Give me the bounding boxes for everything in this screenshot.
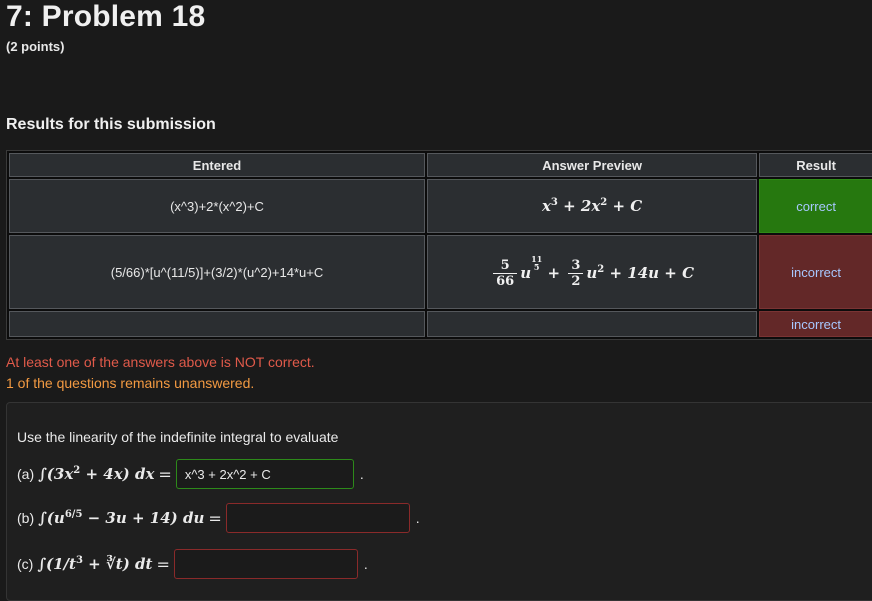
period: . (359, 466, 364, 482)
period: . (363, 556, 368, 572)
equals-sign: = (208, 508, 222, 528)
error-message: At least one of the answers above is NOT… (6, 354, 315, 370)
part-b: (b) ∫(u6/5 − 3u + 14) du = . (17, 503, 420, 533)
part-c: (c) ∫(1/t3 + ∛t) dt = . (17, 549, 368, 579)
part-label: (a) (17, 466, 35, 482)
answer-input-c[interactable] (173, 549, 358, 579)
result-cell-correct: correct (759, 179, 872, 233)
integral-expression: ∫(1/t3 + ∛t) dt (37, 555, 153, 573)
equals-sign: = (158, 464, 172, 484)
integral-expression: ∫(u6/5 − 3u + 14) du (38, 509, 205, 527)
equals-sign: = (156, 554, 170, 574)
table-row: (5/66)*[u^(11/5)]+(3/2)*(u^2)+14*u+C 5 66… (9, 235, 872, 309)
table-row: incorrect (9, 311, 872, 337)
answer-preview-cell: 5 66 u 11 5 + 3 2 u2 + 14u + C (427, 235, 758, 309)
result-cell-incorrect: incorrect (759, 311, 872, 337)
problem-points: (2 points) (6, 39, 65, 54)
column-header-result: Result (759, 153, 872, 177)
answer-preview-cell (427, 311, 758, 337)
table-row: (x^3)+2*(x^2)+C x3 + 2x2 + C correct (9, 179, 872, 233)
problem-instructions: Use the linearity of the indefinite inte… (17, 429, 339, 445)
answer-input-a[interactable] (175, 459, 354, 489)
column-header-answer-preview: Answer Preview (427, 153, 758, 177)
integral-expression: ∫(3x2 + 4x) dx (38, 465, 155, 483)
answer-preview-math: x3 + 2x2 + C (541, 197, 643, 215)
part-label: (b) (17, 510, 35, 526)
warning-message: 1 of the questions remains unanswered. (6, 375, 255, 391)
result-cell-incorrect: incorrect (759, 235, 872, 309)
entered-cell (9, 311, 425, 337)
entered-cell: (5/66)*[u^(11/5)]+(3/2)*(u^2)+14*u+C (9, 235, 425, 309)
answer-preview-cell: x3 + 2x2 + C (427, 179, 758, 233)
table-header-row: Entered Answer Preview Result (9, 153, 872, 177)
period: . (415, 510, 420, 526)
problem-title: 7: Problem 18 (6, 0, 206, 33)
part-label: (c) (17, 556, 34, 572)
answer-preview-math: 5 66 u 11 5 + 3 2 u2 + 14u + C (490, 255, 694, 289)
entered-cell: (x^3)+2*(x^2)+C (9, 179, 425, 233)
results-table: Entered Answer Preview Result (x^3)+2*(x… (6, 150, 872, 340)
column-header-entered: Entered (9, 153, 425, 177)
results-heading: Results for this submission (6, 116, 216, 133)
problem-body: Use the linearity of the indefinite inte… (6, 402, 872, 601)
part-a: (a) ∫(3x2 + 4x) dx = . (17, 459, 364, 489)
answer-input-b[interactable] (225, 503, 410, 533)
